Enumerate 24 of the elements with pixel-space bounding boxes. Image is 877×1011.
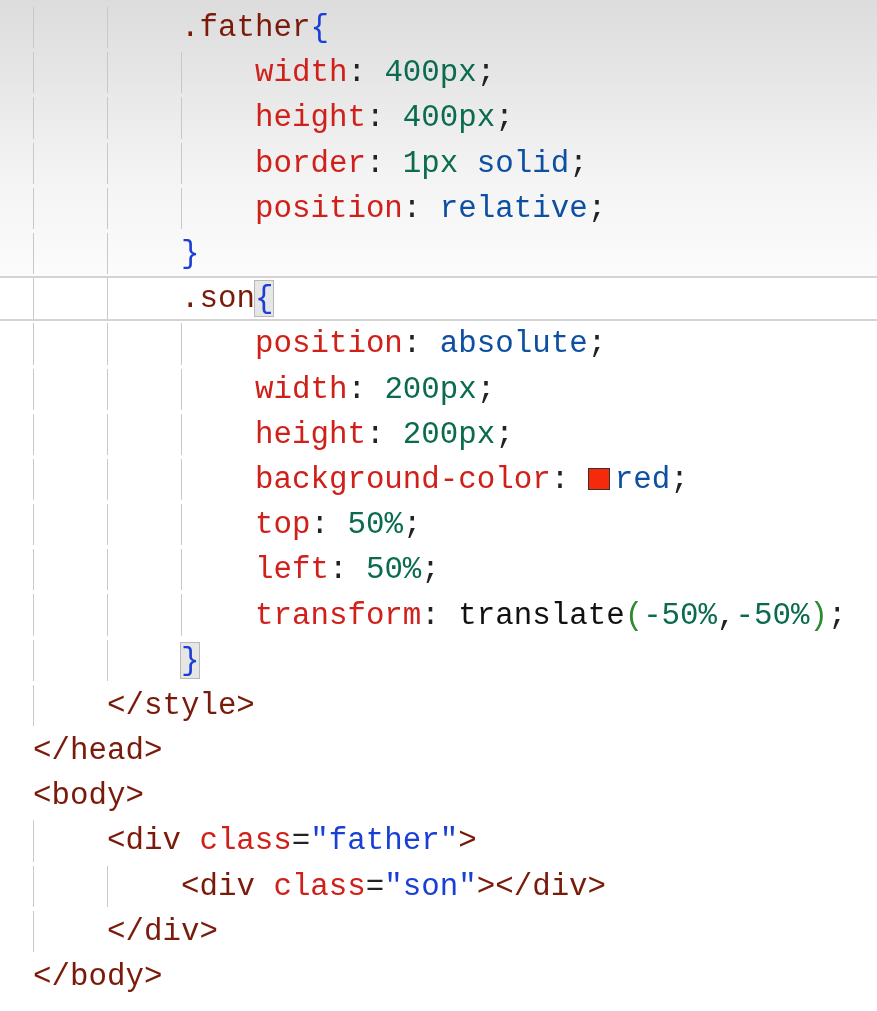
code-text: .son{ [181,280,274,319]
code-text: top: 50%; [255,506,422,545]
code-text: .father{ [181,9,329,48]
code-text: </style> [107,686,255,725]
code-text: border: 1px solid; [255,144,588,183]
code-text: width: 400px; [255,54,496,93]
code-text: </body> [33,958,163,997]
code-text: } [181,235,200,274]
code-text: transform: translate(-50%,-50%); [255,596,847,635]
code-text: red; [614,460,689,499]
code-text: } [181,641,200,680]
code-text: <div class="son"></div> [181,867,607,906]
code-text: <div class="father"> [107,822,477,861]
code-text: position: absolute; [255,325,607,364]
code-text: <body> [33,777,144,816]
code-text: width: 200px; [255,370,496,409]
code-text: </div> [107,912,218,951]
code-text: height: 200px; [255,415,514,454]
code-text: height: 400px; [255,99,514,138]
code-text: </head> [33,732,163,771]
code-text: left: 50%; [255,551,440,590]
color-swatch-icon[interactable] [587,468,610,491]
code-text: background-color: [255,460,571,499]
code-text: position: relative; [255,189,607,228]
